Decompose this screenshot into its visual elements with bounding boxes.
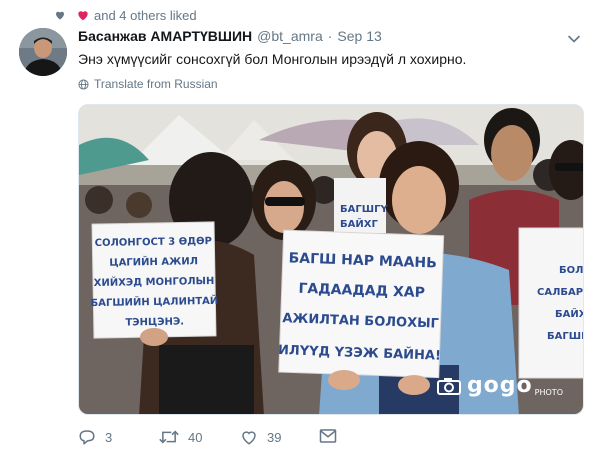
liked-text[interactable]: and 4 others liked: [94, 8, 197, 23]
left-sign-line-1: СОЛОНГОСТ 3 ӨДӨР: [95, 236, 212, 249]
reply-count: 3: [105, 429, 113, 445]
separator-dot: ·: [327, 28, 333, 44]
retweet-count: 40: [188, 429, 203, 445]
right-sign-line-2: САЛБАР: [537, 287, 583, 298]
display-name[interactable]: Басанжав АМАРТҮВШИН: [78, 28, 252, 44]
heart-icon: [56, 11, 64, 20]
watermark-main: gogo: [466, 373, 533, 398]
tweet-header: Басанжав АМАРТҮВШИН @bt_amra · Sep 13: [78, 28, 382, 44]
back-sign-line-1: БАГШГҮ: [340, 204, 388, 215]
like-count: 39: [267, 429, 282, 445]
like-button[interactable]: 39: [240, 428, 281, 446]
globe-icon: [78, 78, 89, 90]
right-sign-line-4: БАГШИ: [547, 331, 584, 342]
tweet-date[interactable]: Sep 13: [337, 28, 381, 44]
like-icon: [242, 431, 256, 445]
chevron-down-icon[interactable]: [566, 31, 582, 47]
tweet-text: Энэ хүмүүсийг сонсохгүй бол Монголын ирэ…: [78, 51, 467, 67]
retweet-button[interactable]: 40: [159, 428, 202, 446]
reply-icon: [79, 430, 95, 445]
retweet-icon: [159, 430, 179, 444]
social-context: and 4 others liked: [54, 6, 197, 24]
tweet-actions: 3 40 39: [78, 428, 584, 448]
protest-photo: БАГШГҮ БАЙХГ СОЛОНГОСТ 3 ӨДӨР ЦАГИЙН АЖИ…: [79, 105, 584, 414]
avatar[interactable]: [19, 28, 67, 76]
like-heart-icon: [78, 11, 88, 21]
right-sign-line-3: БАЙХ: [555, 307, 584, 320]
user-handle[interactable]: @bt_amra: [257, 28, 323, 44]
message-icon: [319, 429, 337, 443]
direct-message-button[interactable]: [319, 428, 346, 444]
translate-label: Translate from Russian: [94, 77, 218, 91]
translate-link[interactable]: Translate from Russian: [78, 77, 218, 91]
back-sign-line-2: БАЙХГ: [340, 217, 378, 230]
left-sign-line-5: ТЭНЦЭНЭ.: [125, 316, 184, 328]
right-sign-line-1: БОЛ: [559, 265, 583, 276]
watermark-sub: PHOTO: [534, 388, 563, 397]
tweet-photo[interactable]: БАГШГҮ БАЙХГ СОЛОНГОСТ 3 ӨДӨР ЦАГИЙН АЖИ…: [78, 104, 584, 415]
photo-watermark: gogo PHOTO: [436, 373, 563, 398]
reply-button[interactable]: 3: [78, 428, 112, 446]
camera-icon: [436, 377, 461, 395]
